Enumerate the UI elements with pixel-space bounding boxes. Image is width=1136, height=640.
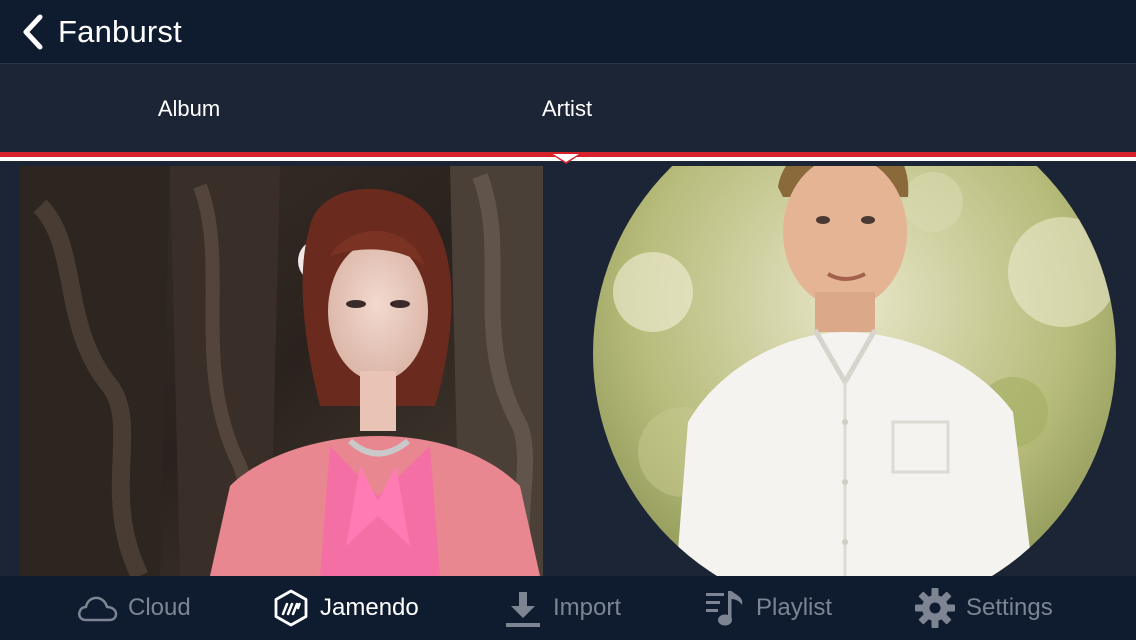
nav-playlist[interactable]: Playlist <box>704 576 832 640</box>
jamendo-icon <box>274 589 308 627</box>
back-button[interactable]: Fanburst <box>20 10 182 54</box>
nav-import-label: Import <box>553 594 622 621</box>
download-icon <box>506 592 540 627</box>
nav-settings[interactable]: Settings <box>914 576 1053 640</box>
artist-photo[interactable] <box>593 166 1116 576</box>
gear-icon <box>915 588 955 628</box>
top-navigation-bar: Fanburst <box>0 0 1136 64</box>
nav-cloud-label: Cloud <box>128 594 191 621</box>
tab-album[interactable]: Album <box>0 65 378 153</box>
chevron-left-icon <box>23 14 43 50</box>
nav-jamendo[interactable]: Jamendo <box>272 576 419 640</box>
nav-jamendo-label: Jamendo <box>320 594 419 621</box>
bottom-tab-bar: Cloud Jamendo Import Playlist Settings <box>0 576 1136 640</box>
nav-import[interactable]: Import <box>503 576 621 640</box>
nav-cloud[interactable]: Cloud <box>76 576 191 640</box>
tab-artist[interactable]: Artist <box>378 65 756 153</box>
nav-playlist-label: Playlist <box>756 594 833 621</box>
cloud-icon <box>78 596 118 622</box>
app-screen: Fanburst Album Artist Cloud Jamendo Impo… <box>0 0 1136 640</box>
back-button-label: Fanburst <box>58 14 182 49</box>
nav-settings-label: Settings <box>966 594 1053 621</box>
album-cover-image[interactable] <box>20 166 543 576</box>
content-area <box>0 166 1136 576</box>
view-tabs: Album Artist <box>0 65 1136 153</box>
tab-indicator <box>0 152 1136 166</box>
playlist-icon <box>706 591 743 626</box>
